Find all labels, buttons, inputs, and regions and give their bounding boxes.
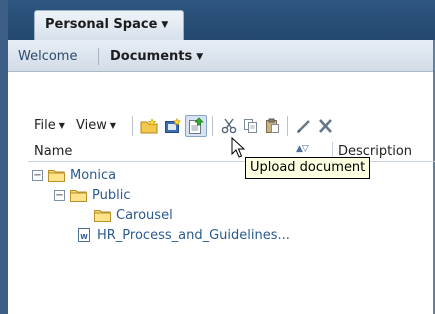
upload-document-icon [189,117,204,134]
edit-icon [297,120,310,133]
cut-icon [221,118,237,134]
copy-button[interactable] [240,115,262,137]
new-item-button[interactable] [162,115,184,137]
collapse-toggle-icon[interactable]: − [54,189,65,201]
paste-icon [266,118,279,133]
toolbar-divider [287,116,288,136]
folder-icon [70,190,87,202]
nav-documents-menu[interactable]: Documents ▼ [110,49,203,64]
svg-text:w: w [79,231,88,241]
nav-divider [98,48,99,65]
tree-row-hr-process[interactable]: w HR_Process_and_Guidelines... [28,225,435,245]
tab-personal-space[interactable]: Personal Space ▼ [34,10,184,40]
window-left-border [0,0,8,314]
chevron-down-icon: ▼ [196,52,204,62]
delete-button[interactable] [315,115,337,137]
upload-document-tooltip: Upload document [245,157,371,179]
new-folder-icon [140,118,158,134]
tree-row-public[interactable]: − Public [28,185,435,205]
cut-button[interactable] [218,115,240,137]
chevron-down-icon: ▼ [109,121,117,130]
tree-row-carousel[interactable]: Carousel [28,205,435,225]
top-header: Personal Space ▼ [8,0,435,40]
sub-navigation: Welcome Documents ▼ [8,40,433,72]
tree-item-label[interactable]: Public [92,188,130,203]
tree-row-monica[interactable]: − Monica [28,165,435,185]
toolbar-divider [212,116,213,136]
tree-item-label[interactable]: Monica [70,168,116,183]
upload-document-button[interactable] [185,115,207,137]
mouse-pointer-icon [231,137,245,158]
edit-button[interactable] [293,115,315,137]
tree-item-label[interactable]: HR_Process_and_Guidelines... [97,228,290,243]
word-document-icon: w [78,228,90,242]
new-folder-button[interactable] [138,115,160,137]
folder-icon [48,170,65,182]
collapse-toggle-icon[interactable]: − [32,169,43,181]
view-menu[interactable]: View ▼ [76,118,116,133]
sort-arrows-icon[interactable]: ▲▽ [296,144,309,154]
nav-documents-label: Documents [110,49,193,64]
copy-icon [244,119,257,133]
chevron-down-icon[interactable]: ▼ [161,20,168,30]
toolbar: File ▼ View ▼ [28,113,435,139]
folder-icon [94,210,111,222]
paste-button[interactable] [262,115,284,137]
view-menu-label: View [76,118,107,133]
toolbar-divider [132,116,133,136]
tab-personal-space-label: Personal Space [45,17,158,32]
chevron-down-icon: ▼ [58,121,65,130]
file-menu[interactable]: File ▼ [34,118,65,133]
file-menu-label: File [34,118,56,133]
new-item-icon [165,118,182,133]
nav-welcome-link[interactable]: Welcome [18,49,77,64]
tree-item-label[interactable]: Carousel [116,208,173,223]
delete-icon [319,119,332,133]
column-header-name[interactable]: Name [34,144,72,159]
